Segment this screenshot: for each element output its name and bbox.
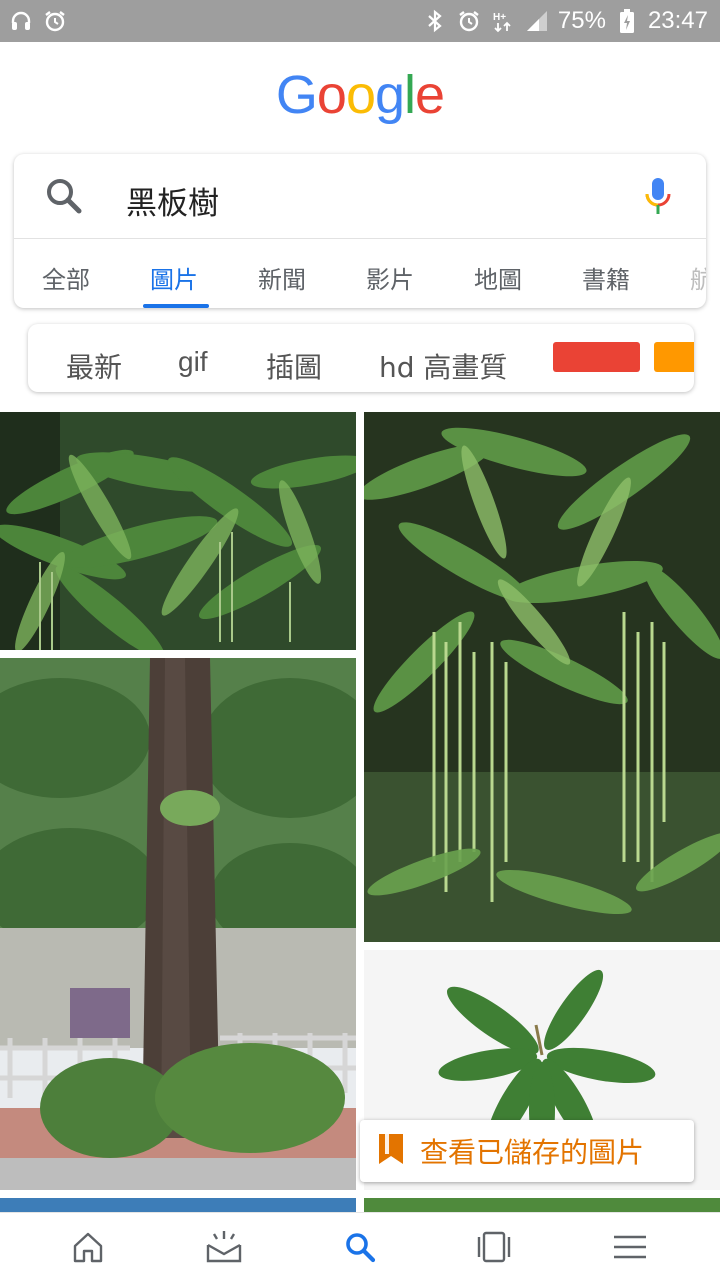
tab-images[interactable]: 圖片 [150, 260, 198, 295]
menu-icon[interactable] [610, 1227, 650, 1267]
search-input[interactable]: 黑板樹 [126, 178, 219, 223]
battery-charging-icon [614, 8, 640, 34]
logo-letter: e [415, 65, 445, 125]
headphones-icon [8, 8, 34, 34]
search-bar[interactable]: 黑板樹 [14, 154, 706, 239]
bluetooth-icon [422, 8, 448, 34]
chip-hd[interactable]: hd 高畫質 [379, 346, 507, 386]
search-card: 黑板樹 全部 圖片 新聞 影片 地圖 書籍 航 [14, 154, 706, 308]
chip-latest[interactable]: 最新 [66, 346, 122, 386]
logo-letter: G [275, 65, 318, 125]
bottom-navigation [0, 1212, 720, 1281]
filter-chips: 最新 gif 插圖 hd 高畫質 [28, 324, 694, 392]
tab-flights[interactable]: 航 [690, 260, 706, 295]
alarm-icon [456, 8, 482, 34]
logo-letter: o [316, 65, 347, 125]
mic-icon[interactable] [644, 176, 672, 216]
status-left [8, 8, 68, 34]
image-result[interactable] [0, 658, 356, 1190]
alarm-icon [42, 8, 68, 34]
tab-news[interactable]: 新聞 [258, 260, 306, 295]
svg-text:H+: H+ [493, 12, 506, 23]
clock: 23:47 [647, 7, 708, 34]
signal-icon [524, 8, 550, 34]
active-tab-indicator [143, 304, 209, 308]
chip-color-orange[interactable] [654, 342, 694, 372]
home-icon[interactable] [68, 1227, 108, 1267]
tab-videos[interactable]: 影片 [366, 260, 414, 295]
logo-letter: l [404, 65, 416, 125]
image-result[interactable] [0, 412, 356, 650]
tab-maps[interactable]: 地圖 [474, 260, 522, 295]
view-saved-images-button[interactable]: 查看已儲存的圖片 [360, 1120, 694, 1182]
search-icon[interactable] [44, 176, 84, 216]
status-right: H+ 75% 23:47 [422, 7, 708, 35]
battery-percent: 75% [557, 7, 606, 34]
saved-images-label: 查看已儲存的圖片 [420, 1136, 645, 1169]
image-result[interactable] [364, 412, 720, 942]
tab-all[interactable]: 全部 [42, 260, 90, 295]
logo-letter: g [375, 65, 405, 125]
search-tabs: 全部 圖片 新聞 影片 地圖 書籍 航 [14, 238, 706, 308]
chip-color-red[interactable] [553, 342, 640, 372]
search-icon[interactable] [340, 1227, 380, 1267]
inbox-icon[interactable] [204, 1227, 244, 1267]
google-logo: Google [0, 64, 720, 126]
tabs-icon[interactable] [474, 1227, 514, 1267]
logo-letter: o [345, 65, 376, 125]
bookmark-icon [376, 1132, 406, 1170]
network-h-plus-icon: H+ [490, 8, 516, 34]
chip-gif[interactable]: gif [178, 346, 208, 378]
image-result[interactable] [0, 1198, 356, 1212]
image-result[interactable] [364, 1198, 720, 1212]
status-bar: H+ 75% 23:47 [0, 0, 720, 42]
tab-books[interactable]: 書籍 [582, 260, 630, 295]
chip-clipart[interactable]: 插圖 [266, 346, 322, 386]
